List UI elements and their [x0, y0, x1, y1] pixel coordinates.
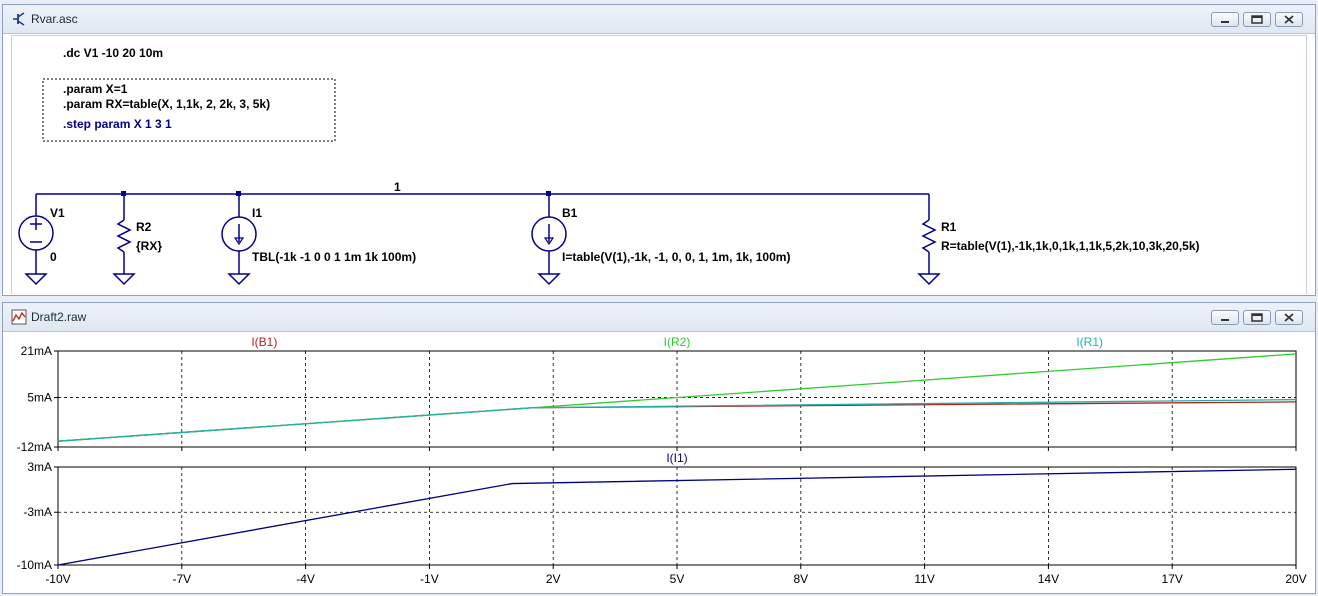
r1-symbol	[917, 194, 941, 286]
v1-name[interactable]: V1	[50, 206, 65, 220]
param-x-directive[interactable]: .param X=1	[63, 82, 127, 96]
minimize-button[interactable]	[1211, 310, 1239, 325]
plot-titlebar[interactable]: Draft2.raw	[3, 303, 1315, 332]
minimize-button[interactable]	[1211, 12, 1239, 27]
close-button[interactable]	[1275, 12, 1303, 27]
trace-label: I(R2)	[664, 335, 691, 349]
x-tick-label: 17V	[1162, 572, 1183, 586]
schematic-title: Rvar.asc	[31, 12, 78, 26]
close-icon	[1284, 15, 1294, 24]
ground-icon	[227, 273, 251, 286]
minimize-icon	[1221, 21, 1229, 23]
x-tick-label: -10V	[45, 572, 70, 586]
waveform-icon	[11, 309, 27, 325]
restore-icon	[1251, 15, 1263, 24]
plot-title: Draft2.raw	[31, 310, 87, 324]
y-tick-label: -10mA	[17, 558, 52, 572]
x-tick-label: -4V	[296, 572, 315, 586]
trace-label: I(B1)	[251, 335, 277, 349]
restore-button[interactable]	[1243, 310, 1271, 325]
y-tick-label: 3mA	[27, 460, 52, 474]
x-tick-label: 8V	[793, 572, 808, 586]
dc-directive[interactable]: .dc V1 -10 20 10m	[63, 46, 163, 60]
param-rx-directive[interactable]: .param RX=table(X, 1,1k, 2, 2k, 3, 5k)	[63, 97, 270, 111]
i1-symbol	[221, 194, 257, 286]
plot-window: Draft2.raw 21mA 5mA -12mA I(B1) I(R2) I(R1) 3m…	[2, 302, 1316, 594]
close-icon	[1284, 313, 1294, 322]
schematic-canvas[interactable]: .dc V1 -10 20 10m .param X=1 .param RX=t…	[11, 35, 1307, 294]
minimize-icon	[1221, 319, 1229, 321]
net-label[interactable]: 1	[394, 180, 401, 194]
ground-icon	[112, 273, 136, 286]
v1-symbol	[18, 194, 54, 286]
x-tick-label: 20V	[1285, 572, 1306, 586]
schematic-window: Rvar.asc .dc V1 -10 20 10m .param X=1 .p…	[2, 4, 1316, 296]
r1-name[interactable]: R1	[941, 220, 956, 234]
x-tick-label: 2V	[546, 572, 561, 586]
v1-value[interactable]: 0	[50, 250, 57, 264]
x-tick-label: 5V	[670, 572, 685, 586]
restore-button[interactable]	[1243, 12, 1271, 27]
b1-name[interactable]: B1	[562, 206, 577, 220]
i1-value[interactable]: TBL(-1k -1 0 0 1 1m 1k 100m)	[252, 250, 416, 264]
trace-label: I(R1)	[1076, 335, 1103, 349]
r2-value[interactable]: {RX}	[136, 239, 162, 253]
y-tick-label: -3mA	[23, 505, 52, 519]
waveform-plot[interactable]: 21mA 5mA -12mA I(B1) I(R2) I(R1) 3mA -3mA -10mA I…	[3, 331, 1317, 595]
x-tick-label: -7V	[172, 572, 191, 586]
r2-symbol	[112, 194, 136, 286]
step-directive[interactable]: .step param X 1 3 1	[63, 117, 172, 131]
restore-icon	[1251, 313, 1263, 322]
y-tick-label: 5mA	[27, 391, 52, 405]
r2-name[interactable]: R2	[136, 220, 151, 234]
ground-icon	[917, 273, 941, 286]
x-tick-label: 14V	[1038, 572, 1059, 586]
r1-value[interactable]: R=table(V(1),-1k,1k,0,1k,1,1k,5,2k,10,3k…	[941, 239, 1200, 253]
y-tick-label: 21mA	[21, 344, 52, 358]
ground-icon	[537, 273, 561, 286]
i1-name[interactable]: I1	[252, 206, 262, 220]
ground-icon	[24, 273, 48, 286]
b1-symbol	[531, 194, 567, 286]
x-tick-label: 11V	[914, 572, 934, 586]
close-button[interactable]	[1275, 310, 1303, 325]
y-tick-label: -12mA	[17, 440, 52, 454]
x-tick-label: -1V	[420, 572, 439, 586]
trace-label: I(I1)	[666, 451, 687, 465]
schematic-titlebar[interactable]: Rvar.asc	[3, 5, 1315, 34]
b1-value[interactable]: I=table(V(1),-1k, -1, 0, 0, 1, 1m, 1k, 1…	[562, 250, 790, 264]
transistor-icon	[13, 12, 25, 26]
